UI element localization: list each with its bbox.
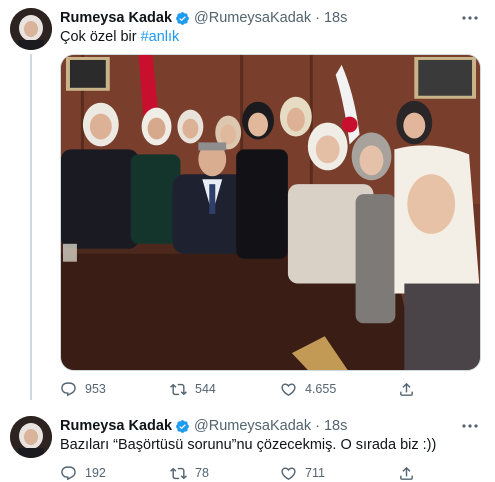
like-count: 711 [305,466,325,480]
verified-badge-icon [175,11,190,26]
tweet-time[interactable]: 18s [324,418,347,434]
reply-count: 953 [85,382,106,396]
tweet-header: Rumeysa Kadak @RumeysaKadak · 18s [60,9,347,27]
avatar[interactable] [10,416,52,458]
heart-icon [281,466,296,480]
retweet-button[interactable]: 78 [170,465,209,482]
author-handle[interactable]: @RumeysaKadak [194,418,311,434]
tweet-text-plain: Çok özel bir [60,29,141,45]
retweet-icon [170,467,187,479]
share-button[interactable] [398,465,423,482]
tweet-text: Bazıları “Başörtüsü sorunu”nu çözecekmiş… [60,437,437,453]
separator-dot: · [315,418,320,434]
thread-line [30,54,32,400]
tweet-actions: 953 544 4.655 [60,380,420,398]
retweet-button[interactable]: 544 [170,381,216,398]
reply-button[interactable]: 953 [60,381,106,398]
avatar-image [10,416,52,458]
photo-image [61,55,480,370]
avatar[interactable] [10,8,52,50]
hashtag-link[interactable]: #anlık [141,29,180,45]
like-button[interactable]: 711 [280,465,325,482]
share-icon [400,382,413,396]
share-button[interactable] [398,381,423,398]
retweet-count: 78 [195,466,209,480]
reply-button[interactable]: 192 [60,465,106,482]
share-icon [400,466,413,480]
tweet-actions: 192 78 711 [60,464,420,482]
separator-dot: · [315,10,320,26]
tweet-header: Rumeysa Kadak @RumeysaKadak · 18s [60,417,347,435]
reply-count: 192 [85,466,106,480]
tweet-time[interactable]: 18s [324,10,347,26]
like-count: 4.655 [305,382,337,396]
more-dots-icon[interactable] [461,417,479,435]
tweet-text: Çok özel bir #anlık [60,28,179,46]
tweet-photo[interactable] [60,54,481,371]
like-button[interactable]: 4.655 [280,381,336,398]
retweet-icon [170,383,187,395]
reply-icon [61,381,76,396]
avatar-image [10,8,52,50]
verified-badge-icon [175,419,190,434]
heart-icon [281,382,296,396]
reply-icon [61,465,76,480]
retweet-count: 544 [195,382,216,396]
author-handle[interactable]: @RumeysaKadak [194,10,311,26]
author-name[interactable]: Rumeysa Kadak [60,10,172,26]
more-dots-icon[interactable] [461,9,479,27]
author-name[interactable]: Rumeysa Kadak [60,418,172,434]
tweet-2[interactable]: Rumeysa Kadak @RumeysaKadak · 18s Bazıla… [0,404,495,482]
tweet-1[interactable]: Rumeysa Kadak @RumeysaKadak · 18s Çok öz… [0,0,495,400]
